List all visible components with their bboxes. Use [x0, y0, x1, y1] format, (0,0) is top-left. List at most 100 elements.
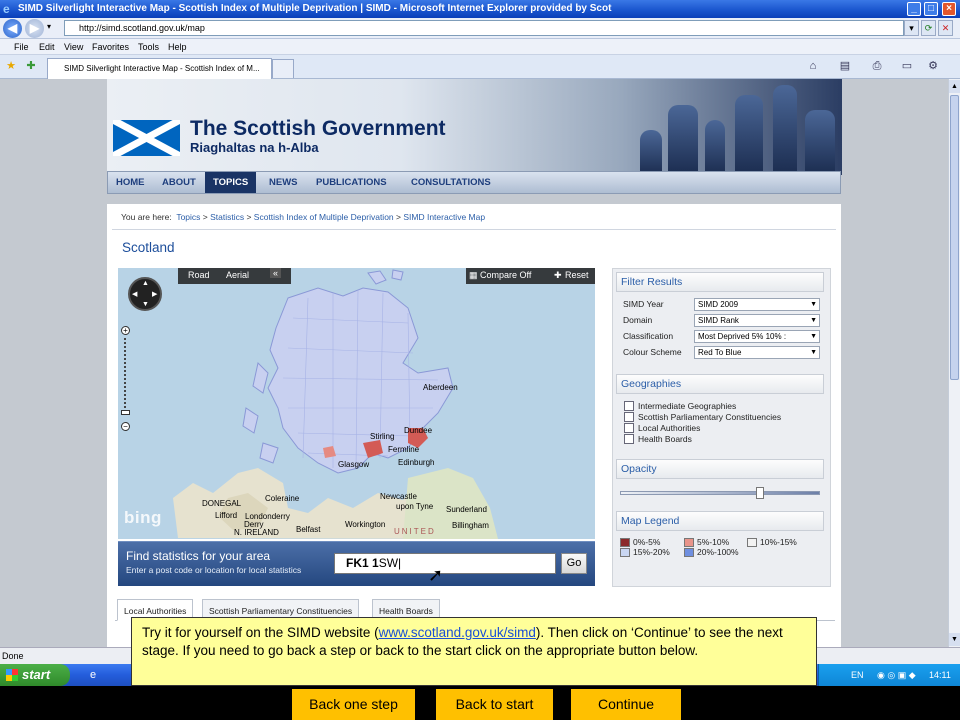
colour-scheme-select[interactable]: Red To Blue ▼ — [694, 346, 820, 359]
opacity-header[interactable]: Opacity — [616, 459, 824, 479]
back-to-start-button[interactable]: Back to start — [436, 689, 553, 720]
add-favorite-icon[interactable]: ✚ — [24, 59, 38, 73]
map-label-workington: Workington — [345, 520, 386, 529]
browser-tab-active[interactable]: SIMD Silverlight Interactive Map - Scott… — [47, 58, 272, 79]
map-aerial-button[interactable]: Aerial — [226, 270, 249, 280]
reset-icon: ✚ — [554, 270, 562, 280]
stop-icon[interactable]: ✕ — [938, 20, 953, 36]
home-icon[interactable]: ⌂ — [806, 59, 820, 73]
compare-toggle[interactable]: Compare Off — [480, 270, 531, 280]
pan-left-icon[interactable]: ◀ — [132, 290, 137, 298]
pan-up-icon[interactable]: ▲ — [142, 280, 149, 287]
minimize-button[interactable]: _ — [907, 2, 921, 16]
breadcrumb-topics[interactable]: Topics — [176, 212, 200, 222]
address-dropdown-icon[interactable]: ▾ — [904, 20, 919, 36]
checkbox-local-authorities[interactable] — [624, 423, 634, 433]
forward-icon[interactable]: ▶ — [25, 19, 44, 38]
filter-results-header[interactable]: Filter Results — [616, 272, 824, 292]
instruction-callout: Try it for yourself on the SIMD website … — [131, 617, 817, 686]
chevron-down-icon: ▼ — [810, 333, 817, 340]
classification-select[interactable]: Most Deprived 5% 10% : ▼ — [694, 330, 820, 343]
colour-scheme-value: Red To Blue — [698, 348, 742, 357]
standing-stone — [668, 105, 698, 175]
scroll-up-icon[interactable]: ▲ — [949, 80, 960, 93]
map-road-button[interactable]: Road — [188, 270, 210, 280]
scroll-down-icon[interactable]: ▼ — [949, 633, 960, 646]
menu-edit[interactable]: Edit — [39, 40, 55, 54]
tools-gear-icon[interactable]: ⚙ — [926, 59, 940, 73]
opacity-slider[interactable] — [620, 491, 820, 495]
zoom-out-icon[interactable]: − — [121, 422, 130, 431]
site-subtitle: Riaghaltas na h-Alba — [190, 140, 319, 155]
nav-home[interactable]: HOME — [108, 172, 153, 193]
back-icon[interactable]: ◀ — [3, 19, 22, 38]
opacity-slider-thumb[interactable] — [756, 487, 764, 499]
tray-icons[interactable]: ◉ ◎ ▣ ◆ — [877, 664, 916, 686]
checkbox-health-boards[interactable] — [624, 434, 634, 444]
simd-website-link[interactable]: www.scotland.gov.uk/simd — [379, 625, 536, 640]
zoom-in-icon[interactable]: + — [121, 326, 130, 335]
breadcrumb-statistics[interactable]: Statistics — [210, 212, 244, 222]
favorites-star-icon[interactable]: ★ — [4, 59, 18, 73]
clock[interactable]: 14:11 — [929, 664, 951, 686]
map-label-edinburgh: Edinburgh — [398, 458, 435, 467]
quicklaunch-ie-icon[interactable]: e — [90, 669, 96, 681]
nav-publications[interactable]: PUBLICATIONS — [308, 172, 395, 193]
pan-right-icon[interactable]: ▶ — [152, 290, 157, 298]
bing-logo: bing — [124, 508, 162, 527]
map-legend-header[interactable]: Map Legend — [616, 511, 824, 531]
zoom-track[interactable] — [124, 338, 126, 408]
find-stats-subtitle: Enter a post code or location for local … — [126, 565, 302, 575]
simd-year-select[interactable]: SIMD 2009 ▼ — [694, 298, 820, 311]
postcode-value-bold: FK1 1 — [346, 556, 379, 570]
print-icon[interactable]: ⎙ — [870, 59, 884, 73]
legend-swatch-0 — [620, 538, 630, 547]
scroll-thumb[interactable] — [950, 95, 959, 380]
interactive-map[interactable] — [118, 268, 595, 539]
address-bar[interactable]: http://simd.scotland.gov.uk/map — [64, 20, 904, 36]
new-tab-button[interactable] — [272, 59, 294, 78]
postcode-input[interactable]: FK1 1SW| — [334, 553, 556, 574]
language-indicator[interactable]: EN — [851, 664, 864, 686]
nav-about[interactable]: ABOUT — [154, 172, 204, 193]
menu-help[interactable]: Help — [168, 40, 187, 54]
saltire-flag-icon — [113, 120, 180, 156]
nav-consultations[interactable]: CONSULTATIONS — [403, 172, 499, 193]
pan-down-icon[interactable]: ▼ — [142, 301, 149, 308]
menu-tools[interactable]: Tools — [138, 40, 159, 54]
go-button[interactable]: Go — [561, 553, 587, 574]
menu-file[interactable]: File — [14, 40, 29, 54]
zoom-slider[interactable]: + − — [121, 326, 130, 434]
history-dropdown-icon[interactable]: ▾ — [47, 22, 51, 31]
breadcrumb-map[interactable]: SIMD Interactive Map — [403, 212, 485, 222]
back-one-step-button[interactable]: Back one step — [292, 689, 415, 720]
checkbox-intermediate[interactable] — [624, 401, 634, 411]
domain-select[interactable]: SIMD Rank ▼ — [694, 314, 820, 327]
map-pan-control[interactable]: ▲ ▼ ◀ ▶ — [128, 277, 162, 311]
legend-swatch-2 — [747, 538, 757, 547]
continue-button[interactable]: Continue — [571, 689, 681, 720]
zoom-thumb[interactable] — [121, 410, 130, 415]
nav-news[interactable]: NEWS — [261, 172, 306, 193]
compare-icon: ▦ — [469, 270, 478, 280]
page-title: Scotland — [122, 240, 175, 255]
page-menu-icon[interactable]: ▭ — [900, 59, 914, 73]
map-label-fermline: Fermline — [388, 445, 420, 454]
feeds-icon[interactable]: ▤ — [838, 59, 852, 73]
screen: { "window": { "title": "SIMD Silverlight… — [0, 0, 960, 720]
map-collapse-button[interactable]: « — [270, 268, 282, 278]
filter-label-domain: Domain — [623, 315, 653, 325]
menu-view[interactable]: View — [64, 40, 83, 54]
close-button[interactable]: × — [942, 2, 956, 16]
refresh-icon[interactable]: ⟳ — [921, 20, 936, 36]
checkbox-parliamentary[interactable] — [624, 412, 634, 422]
breadcrumb-simd[interactable]: Scottish Index of Multiple Deprivation — [254, 212, 394, 222]
menu-favorites[interactable]: Favorites — [92, 40, 129, 54]
geographies-header[interactable]: Geographies — [616, 374, 824, 394]
reset-button[interactable]: Reset — [565, 270, 589, 280]
divider — [112, 229, 836, 230]
geo-label-intermediate: Intermediate Geographies — [638, 401, 737, 411]
nav-topics[interactable]: TOPICS — [205, 172, 257, 193]
geo-label-health-boards: Health Boards — [638, 434, 692, 444]
maximize-button[interactable]: □ — [924, 2, 938, 16]
